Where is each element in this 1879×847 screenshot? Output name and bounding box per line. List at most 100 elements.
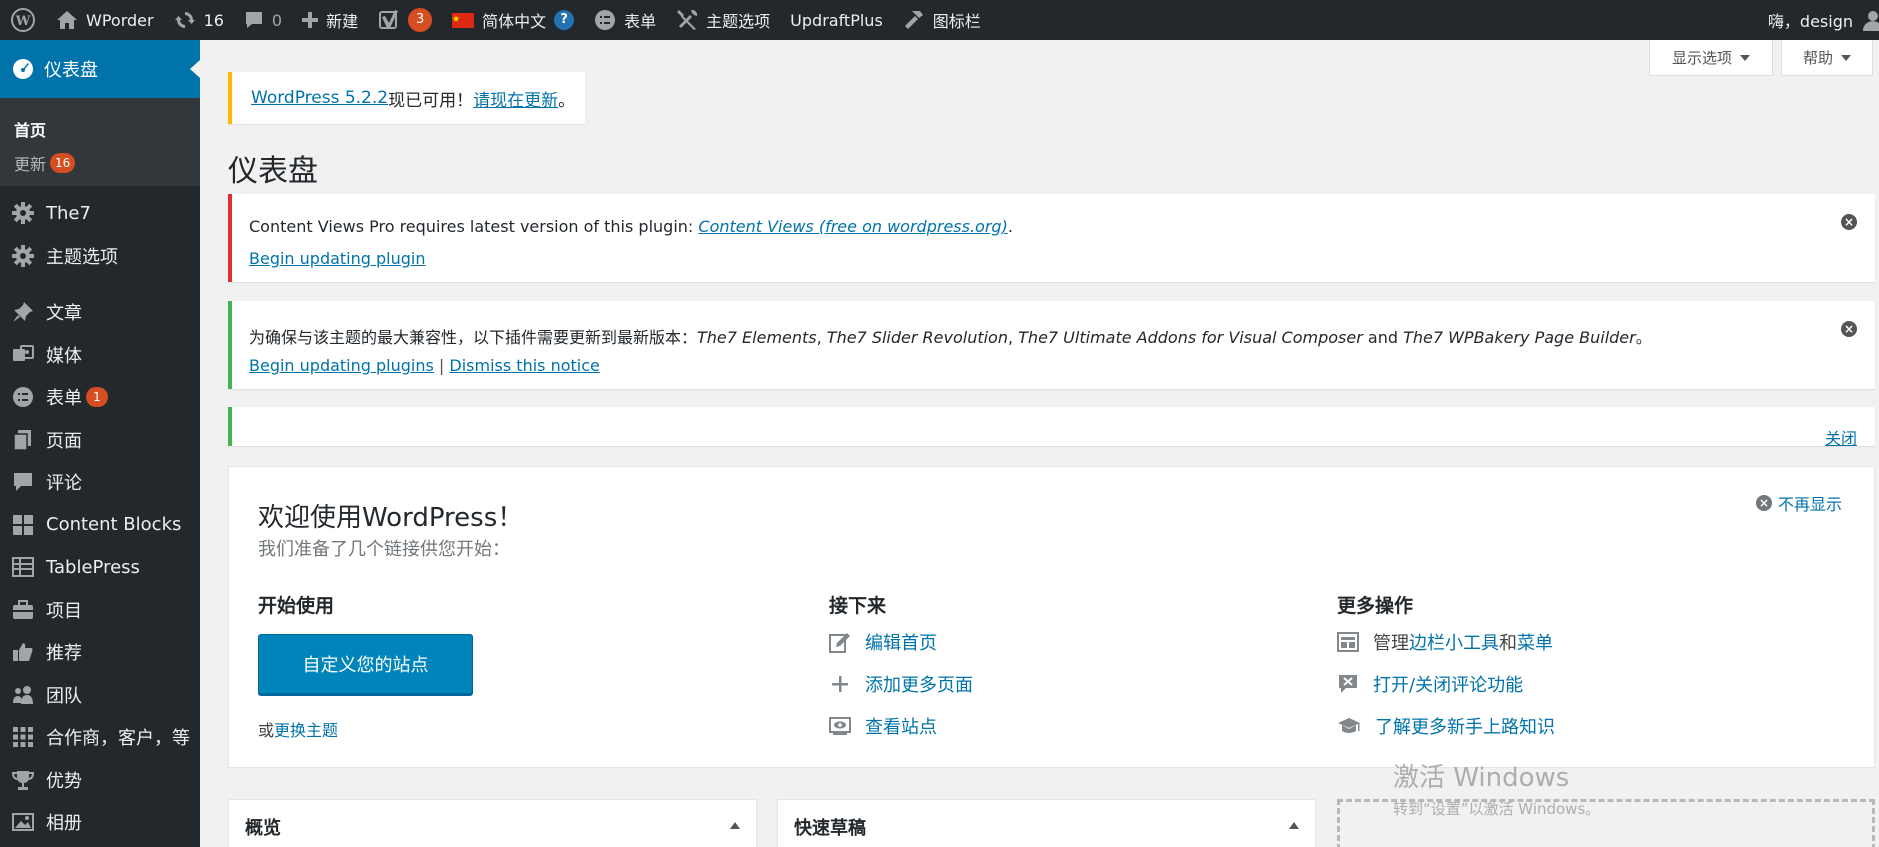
- close-icon: ×: [1755, 495, 1772, 511]
- thumbs-up-icon: [13, 643, 33, 662]
- sidebar-item-benefits[interactable]: 优势: [0, 759, 200, 802]
- dismiss-notice-link[interactable]: Dismiss this notice: [449, 356, 599, 375]
- help-icon[interactable]: ?: [554, 10, 575, 30]
- more-actions-heading: 更多操作: [1337, 595, 1414, 617]
- close-icon[interactable]: ×: [1841, 214, 1857, 230]
- view-site-link[interactable]: 查看站点: [829, 713, 937, 739]
- add-pages-link[interactable]: 添加更多页面: [829, 671, 973, 697]
- sidebar-item-label: 相册: [46, 813, 82, 835]
- forms-badge: 1: [86, 387, 108, 408]
- sidebar-item-gallery[interactable]: 相册: [0, 801, 200, 844]
- learn-more-link[interactable]: 了解更多新手上路知识: [1337, 713, 1555, 739]
- comment-icon: [14, 473, 32, 492]
- sidebar-item-testimonials[interactable]: 推荐: [0, 631, 200, 674]
- or-text: 或: [258, 721, 275, 740]
- chevron-up-icon[interactable]: [1289, 822, 1299, 829]
- widget-title: 快速草稿: [794, 818, 866, 839]
- site-name-menu[interactable]: WPorder: [46, 0, 164, 40]
- my-account-menu[interactable]: 嗨，design: [1758, 0, 1879, 40]
- main-content: 显示选项 帮助 WordPress 5.2.2 现已可用！ 请现在更新 。 仪表…: [200, 40, 1879, 847]
- sidebar-item-label: 表单: [46, 388, 82, 410]
- site-name: WPorder: [86, 10, 154, 30]
- help-button[interactable]: 帮助: [1781, 40, 1873, 76]
- theme-options-menu[interactable]: 主题选项: [666, 0, 780, 40]
- sidebar-item-label: 项目: [46, 600, 82, 622]
- comments-menu[interactable]: 0: [234, 0, 292, 40]
- action-label: 添加更多页面: [865, 675, 973, 696]
- icon-bar-menu[interactable]: 图标栏: [893, 0, 991, 40]
- forms-icon: [13, 387, 33, 408]
- sidebar-item-content-blocks[interactable]: Content Blocks: [0, 504, 200, 547]
- close-icon[interactable]: ×: [1841, 321, 1857, 337]
- welcome-about: 我们准备了几个链接供您开始：: [258, 539, 510, 560]
- edit-front-page-link[interactable]: 编辑首页: [829, 629, 937, 655]
- comments-toggle-icon: [1339, 675, 1357, 693]
- manage-menus-link[interactable]: 菜单: [1517, 633, 1553, 654]
- action-label: 打开/关闭评论功能: [1373, 675, 1524, 696]
- welcome-dismiss-link[interactable]: × 不再显示: [1755, 491, 1842, 515]
- pages-icon: [13, 429, 31, 451]
- chevron-up-icon[interactable]: [730, 822, 740, 829]
- manage-widgets-menus: 管理边栏小工具和菜单: [1337, 629, 1553, 655]
- sidebar-item-media[interactable]: 媒体: [0, 334, 200, 377]
- sidebar-item-forms[interactable]: 表单 1: [0, 376, 200, 419]
- grid-icon: [13, 514, 33, 535]
- quick-draft-widget: 快速草稿: [777, 799, 1316, 847]
- link-divider: |: [438, 356, 445, 375]
- language-menu[interactable]: 简体中文 ?: [442, 0, 584, 40]
- close-link[interactable]: 关闭: [1825, 425, 1857, 449]
- toggle-comments-link[interactable]: 打开/关闭评论功能: [1337, 671, 1523, 697]
- update-now-link[interactable]: 请现在更新: [473, 86, 558, 111]
- admin-sidebar: 仪表盘 首页 更新 16 The7 主题选项 文章 媒体 表单 1 页面 评论 …: [0, 40, 200, 847]
- plus-icon: [832, 676, 848, 692]
- forms-icon: [595, 10, 616, 30]
- sidebar-item-label: Content Blocks: [46, 514, 182, 536]
- wordpress-logo-menu[interactable]: W: [0, 0, 46, 40]
- begin-updating-plugin-link[interactable]: Begin updating plugin: [249, 249, 426, 268]
- manage-widgets-link[interactable]: 边栏小工具: [1409, 633, 1499, 654]
- change-theme-link[interactable]: 更换主题: [274, 721, 338, 740]
- windows-activation-watermark: 激活 Windows 转到“设置”以激活 Windows。: [1393, 757, 1600, 819]
- sidebar-item-posts[interactable]: 文章: [0, 291, 200, 334]
- yoast-menu[interactable]: 3: [368, 0, 442, 40]
- updates-badge: 16: [50, 153, 76, 173]
- submenu-home[interactable]: 首页: [14, 112, 200, 146]
- sidebar-item-the7[interactable]: The7: [0, 192, 200, 235]
- sidebar-item-label: 合作商，客户，等: [46, 728, 190, 750]
- updraftplus-menu[interactable]: UpdraftPlus: [780, 0, 893, 40]
- howdy-text: 嗨，design: [1767, 12, 1853, 31]
- sidebar-item-tablepress[interactable]: TablePress: [0, 546, 200, 589]
- screen-options-button[interactable]: 显示选项: [1649, 40, 1773, 76]
- sidebar-item-comments[interactable]: 评论: [0, 461, 200, 504]
- china-flag-icon: [452, 12, 475, 28]
- sidebar-item-theme-options[interactable]: 主题选项: [0, 235, 200, 278]
- sidebar-item-partners[interactable]: 合作商，客户，等: [0, 716, 200, 759]
- sidebar-item-pages[interactable]: 页面: [0, 419, 200, 462]
- sidebar-item-dashboard[interactable]: 仪表盘: [0, 40, 200, 98]
- table-icon: [12, 557, 34, 578]
- submenu-updates[interactable]: 更新 16: [14, 146, 200, 180]
- sidebar-item-label: TablePress: [46, 556, 140, 578]
- sidebar-item-projects[interactable]: 项目: [0, 589, 200, 632]
- begin-updating-plugins-link[interactable]: Begin updating plugins: [249, 356, 434, 375]
- screen-options-label: 显示选项: [1671, 49, 1732, 67]
- wordpress-version-link[interactable]: WordPress 5.2.2: [251, 88, 388, 108]
- dashboard-icon: [13, 59, 33, 79]
- new-content-menu[interactable]: 新建: [292, 0, 368, 40]
- separator: 。: [1635, 328, 1652, 347]
- svg-text:W: W: [15, 14, 31, 29]
- content-views-link[interactable]: Content Views (free on wordpress.org): [698, 217, 1007, 236]
- forms-menu[interactable]: 表单: [584, 0, 666, 40]
- updates-count: 16: [203, 10, 224, 30]
- overview-widget: 概览: [228, 799, 757, 847]
- admin-bar: W WPorder 16 0 新建 3 简体中文 ? 表单 主题选项 Updra…: [0, 0, 1879, 40]
- customize-site-button[interactable]: 自定义您的站点: [258, 634, 473, 694]
- chevron-down-icon: [1841, 54, 1851, 61]
- get-started-heading: 开始使用: [258, 595, 335, 617]
- update-nag-text: 现已可用！: [388, 90, 474, 111]
- wordpress-logo-icon: W: [11, 8, 35, 32]
- sidebar-item-team[interactable]: 团队: [0, 674, 200, 717]
- updates-menu[interactable]: 16: [164, 0, 234, 40]
- separator: ,: [1007, 328, 1019, 347]
- update-nag-end: 。: [558, 90, 576, 111]
